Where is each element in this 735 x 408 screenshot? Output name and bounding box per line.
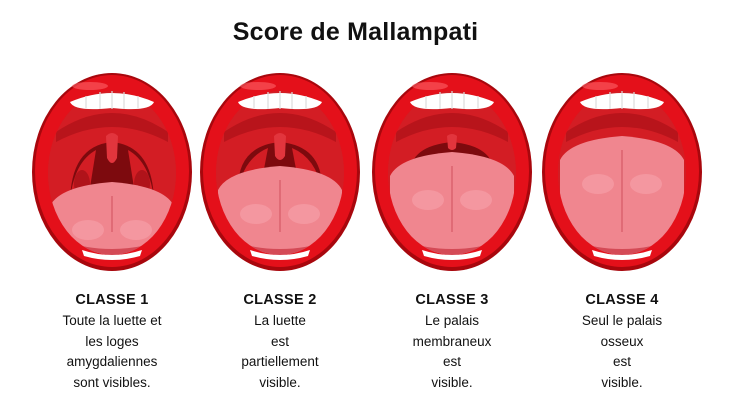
description-line: membraneux: [412, 333, 492, 349]
class-description: Toute la luette et les loges amygdaliennes…: [24, 311, 200, 393]
mouth-illustration: [372, 73, 532, 271]
description-line: partiellement: [241, 354, 319, 369]
description-line: est: [612, 354, 631, 369]
class-label: CLASSE 2: [243, 292, 317, 308]
class-label: CLASSE 4: [585, 292, 659, 308]
description-line: visible.: [431, 374, 473, 390]
description-line: Le palais: [424, 313, 480, 328]
mouth-illustration: [200, 73, 360, 271]
description-line: amygdaliennes: [66, 354, 158, 369]
class-label: CLASSE 3: [415, 292, 489, 308]
class-panel-2: CLASSE 2 La luette est partiellement visible…: [192, 72, 368, 402]
class-panel-1: CLASSE 1 Toute la luette et les loges amygd…: [24, 72, 200, 402]
class-description: La luette est partiellement visible.: [192, 311, 368, 393]
class-panel-3: CLASSE 3 Le palais membraneux est visible.: [364, 72, 540, 402]
description-line: La luette: [254, 313, 306, 328]
class-panel-4: CLASSE 4 Seul le palais osseux est visible.: [534, 72, 710, 402]
description-line: Toute la luette et: [62, 313, 162, 328]
page-title: Score de Mallampati: [0, 18, 735, 47]
class-description: Seul le palais osseux est visible.: [534, 311, 710, 393]
title-text: Score de Mallampati: [232, 18, 479, 46]
mouth-illustration: [32, 73, 192, 271]
description-line: sont visibles.: [73, 374, 151, 390]
mouth-illustration: [542, 73, 702, 271]
description-line: est: [442, 354, 461, 369]
description-line: est: [270, 333, 289, 349]
description-line: visible.: [601, 374, 643, 390]
description-line: les loges: [85, 333, 139, 349]
description-line: Seul le palais: [581, 313, 663, 328]
class-label: CLASSE 1: [75, 292, 149, 308]
description-line: visible.: [259, 374, 301, 390]
class-description: Le palais membraneux est visible.: [364, 311, 540, 393]
description-line: osseux: [600, 333, 644, 349]
